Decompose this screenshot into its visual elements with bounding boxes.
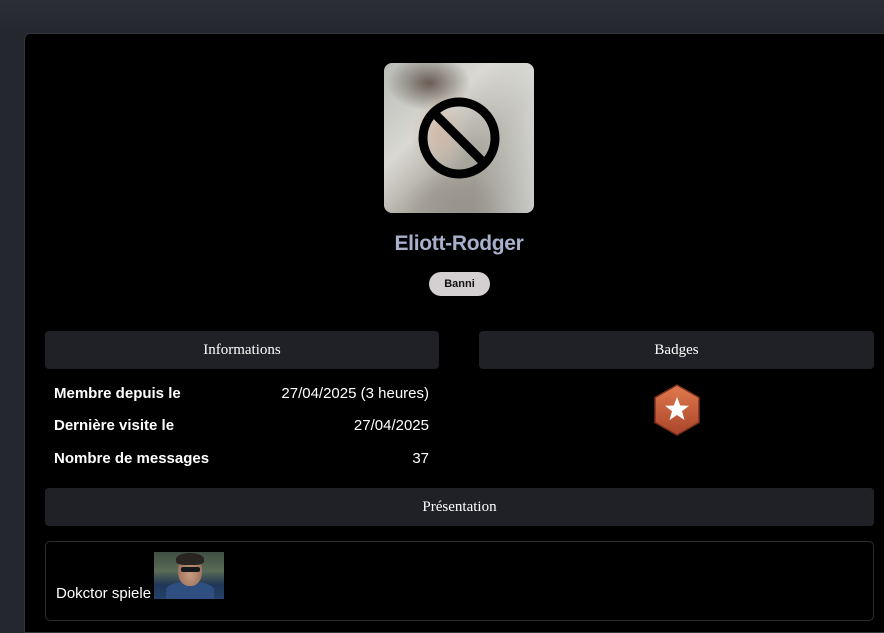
info-label: Membre depuis le: [54, 385, 181, 402]
ban-icon: [418, 97, 500, 179]
info-label: Nombre de messages: [54, 450, 210, 467]
image-glasses: [181, 567, 200, 572]
top-bar: [0, 0, 884, 33]
info-label: Dernière visite le: [54, 417, 175, 434]
badges-header: Badges: [479, 331, 874, 369]
info-row-last-visit: Dernière visite le 27/04/2025: [54, 416, 429, 436]
username: Eliott-Rodger: [394, 232, 524, 255]
informations-header: Informations: [45, 331, 439, 369]
avatar: [384, 63, 534, 213]
image-hair: [176, 553, 204, 565]
info-value: 27/04/2025: [353, 417, 429, 434]
info-row-message-count: Nombre de messages 37: [54, 449, 429, 469]
presentation-header: Présentation: [45, 488, 874, 526]
presentation-image: [154, 552, 224, 599]
status-badge: Banni: [429, 272, 490, 296]
info-value: 37: [412, 450, 429, 467]
info-row-member-since: Membre depuis le 27/04/2025 (3 heures): [54, 384, 429, 404]
info-value: 27/04/2025 (3 heures): [281, 385, 429, 402]
star-hexagon-icon[interactable]: [651, 384, 703, 436]
presentation-text: Dokctor spiele: [56, 585, 152, 602]
